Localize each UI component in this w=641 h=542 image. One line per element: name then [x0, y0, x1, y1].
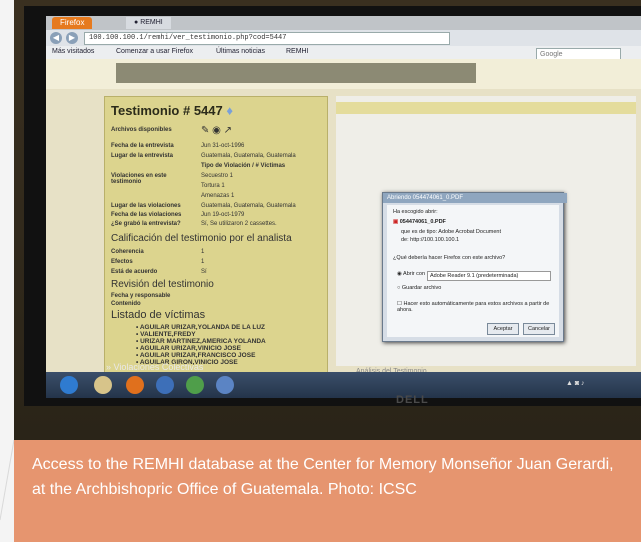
browser-tab[interactable]: ● REMHI — [126, 17, 171, 29]
violation-row: Secuestro 1 — [201, 173, 234, 179]
rating-label: Está de acuerdo — [111, 269, 158, 275]
bookmarks-bar: Más visitados Comenzar a usar Firefox Úl… — [46, 46, 641, 61]
dialog-source: de: http://100.100.100.1 — [401, 237, 460, 243]
rating-heading: Calificación del testimonio por el anali… — [111, 233, 292, 244]
field-value: Guatemala, Guatemala, Guatemala — [201, 203, 296, 209]
back-icon[interactable]: ◀ — [50, 32, 62, 44]
expand-icon: » — [106, 362, 112, 372]
auto-checkbox[interactable]: ☐ Hacer esto automáticamente para estos … — [397, 301, 557, 313]
firefox-icon[interactable] — [126, 376, 144, 394]
photo: Firefox ● REMHI ◀ ▶ 100.100.100.1/remhi/… — [14, 0, 641, 440]
firefox-menu-button[interactable]: Firefox — [52, 17, 93, 29]
start-button-icon[interactable] — [60, 376, 78, 394]
violation-row: Amenazas 1 — [201, 193, 235, 199]
file-explorer-icon[interactable] — [94, 376, 112, 394]
collective-violations-link[interactable]: » Violaciones Colectivas — [106, 362, 203, 372]
victims-list: • AGUILAR URIZAR,YOLANDA DE LA LUZ • VAL… — [136, 324, 266, 366]
chrome-icon[interactable] — [186, 376, 204, 394]
cancel-button[interactable]: Cancelar — [523, 323, 555, 335]
field-label: ¿Se grabó la entrevista? — [111, 221, 181, 227]
open-with-radio[interactable]: ◉ Abrir con — [397, 271, 425, 277]
content-strip — [336, 102, 636, 114]
media-player-icon[interactable] — [156, 376, 174, 394]
dialog-body: Ha escogido abrir: ▣ 054474061_0.PDF que… — [387, 205, 559, 337]
review-label: Fecha y responsable — [111, 293, 171, 299]
monitor-brand: DELL — [396, 394, 429, 406]
field-label: Fecha de la entrevista — [111, 143, 174, 149]
violations-header: Tipo de Violación / # Víctimas — [201, 163, 286, 169]
bookmark-getting-started[interactable]: Comenzar a usar Firefox — [116, 48, 193, 55]
network-icon[interactable] — [216, 376, 234, 394]
rating-label: Efectos — [111, 259, 133, 265]
field-value: Sí, Se utilizaron 2 cassettes. — [201, 221, 277, 227]
field-label: Fecha de las violaciones — [111, 212, 182, 218]
review-label: Contenido — [111, 301, 141, 307]
victim-item[interactable]: • AGUILAR URIZAR,VINICIO JOSE — [136, 345, 266, 352]
open-with-select[interactable]: Adobe Reader 9.1 (predeterminada) — [427, 271, 551, 281]
save-file-label: Guardar archivo — [401, 285, 442, 291]
open-with-label: Abrir con — [403, 271, 426, 277]
download-dialog: Abriendo 054474061_0.PDF Ha escogido abr… — [382, 192, 567, 342]
browser-navbar: ◀ ▶ 100.100.100.1/remhi/ver_testimonio.p… — [46, 30, 641, 46]
accept-button[interactable]: Aceptar — [487, 323, 519, 335]
field-label: Archivos disponibles — [111, 127, 172, 133]
file-icons[interactable]: ✎ ◉ ↗ — [201, 125, 232, 136]
dialog-intro: Ha escogido abrir: — [393, 209, 438, 215]
victim-item[interactable]: • AGUILAR URIZAR,FRANCISCO JOSE — [136, 352, 266, 359]
windows-taskbar: » Violaciones Colectivas ▲ ◙ ♪ — [46, 362, 641, 398]
rating-value: Sí — [201, 269, 207, 275]
bookmark-remhi[interactable]: REMHI — [286, 48, 309, 55]
field-value: Guatemala, Guatemala, Guatemala — [201, 153, 296, 159]
victim-item[interactable]: • URIZAR MARTINEZ,AMERICA YOLANDA — [136, 338, 266, 345]
review-heading: Revisión del testimonio — [111, 279, 214, 290]
rating-label: Coherencia — [111, 249, 144, 255]
forward-icon[interactable]: ▶ — [66, 32, 78, 44]
field-label: Violaciones en este testimonio — [111, 173, 167, 185]
rating-value: 1 — [201, 259, 205, 265]
system-tray[interactable]: ▲ ◙ ♪ — [566, 380, 585, 387]
remhi-site-icon: ● — [134, 19, 139, 26]
bookmark-latest-news[interactable]: Últimas noticias — [216, 48, 265, 55]
testimony-title: Testimonio # 5447 ♦ — [111, 103, 233, 118]
pdf-icon: ▣ — [393, 219, 399, 225]
field-value: Jun 31-oct-1996 — [201, 143, 245, 149]
victims-heading: Listado de víctimas — [111, 309, 206, 321]
victim-item[interactable]: • VALIENTE,FREDY — [136, 331, 266, 338]
dialog-question: ¿Qué debería hacer Firefox con este arch… — [393, 255, 506, 261]
site-header-banner — [116, 63, 476, 83]
url-bar[interactable]: 100.100.100.1/remhi/ver_testimonio.php?c… — [84, 32, 450, 45]
field-value: Jun 19-oct-1979 — [201, 212, 245, 218]
dialog-filetype: que es de tipo: Adobe Acrobat Document — [401, 229, 501, 235]
info-icon[interactable]: ♦ — [226, 103, 233, 118]
dialog-filename: ▣ 054474061_0.PDF — [393, 219, 446, 225]
photo-caption: Access to the REMHI database at the Cent… — [32, 456, 614, 498]
save-file-radio[interactable]: ○ Guardar archivo — [397, 285, 441, 291]
collective-violations-label: Violaciones Colectivas — [113, 362, 204, 372]
violation-row: Tortura 1 — [201, 183, 225, 189]
bookmark-most-visited[interactable]: Más visitados — [52, 48, 94, 55]
monitor-bezel: Firefox ● REMHI ◀ ▶ 100.100.100.1/remhi/… — [24, 6, 641, 406]
monitor-screen: Firefox ● REMHI ◀ ▶ 100.100.100.1/remhi/… — [46, 16, 641, 398]
field-label: Lugar de las violaciones — [111, 203, 181, 209]
field-label: Lugar de la entrevista — [111, 153, 174, 159]
rating-value: 1 — [201, 249, 205, 255]
dialog-title: Abriendo 054474061_0.PDF — [383, 193, 567, 203]
browser-titlebar: Firefox ● REMHI — [46, 16, 641, 30]
auto-checkbox-label: Hacer esto automáticamente para estos ar… — [397, 301, 550, 313]
victim-item[interactable]: • AGUILAR URIZAR,YOLANDA DE LA LUZ — [136, 324, 266, 331]
browser-tab-label: REMHI — [140, 19, 163, 26]
testimony-title-text: Testimonio # 5447 — [111, 103, 223, 118]
dialog-filename-text: 054474061_0.PDF — [399, 219, 446, 225]
